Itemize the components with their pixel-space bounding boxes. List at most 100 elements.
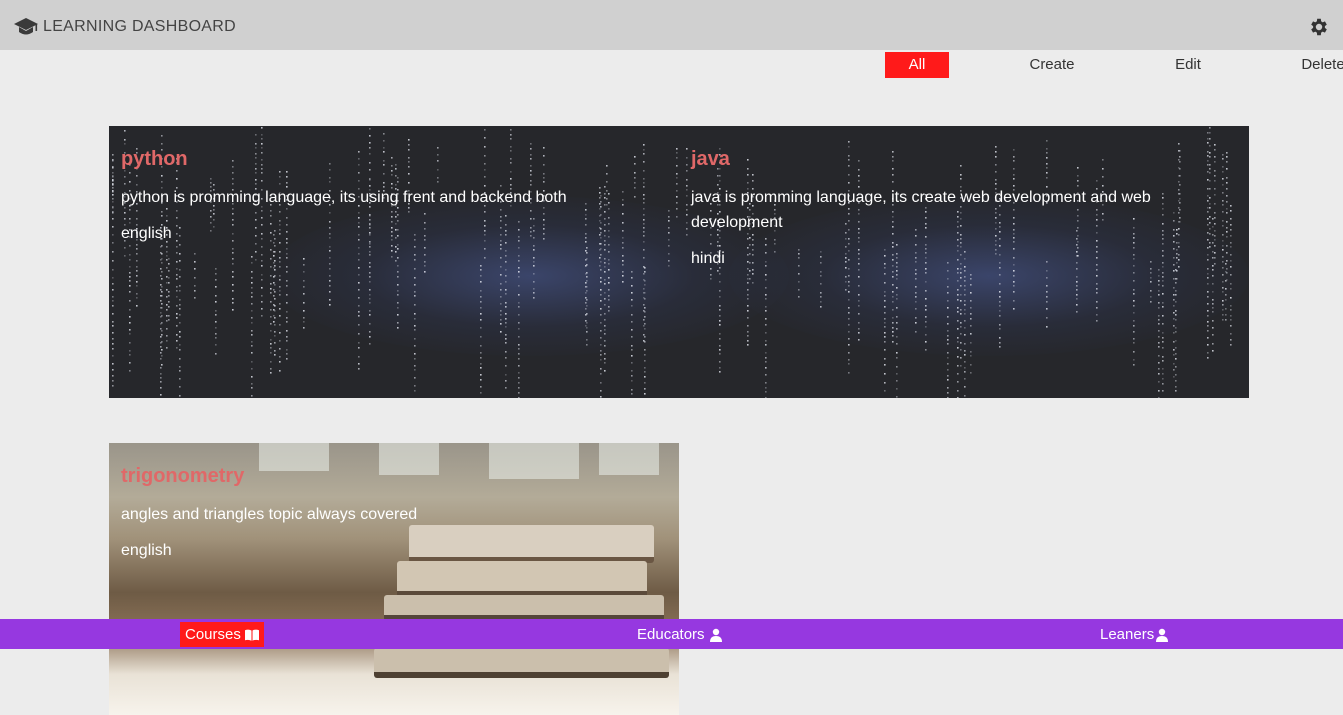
rain-dot [480, 357, 482, 359]
rain-dot [1222, 178, 1224, 180]
rain-dot [1226, 177, 1228, 179]
rain-dot [1173, 332, 1175, 334]
rain-dot [1209, 180, 1211, 182]
rain-dot [896, 322, 898, 324]
rain-dot [604, 362, 606, 364]
rain-dot [600, 337, 602, 339]
rain-dot [970, 300, 972, 302]
gear-icon[interactable] [1308, 16, 1330, 38]
rain-dot [1162, 347, 1164, 349]
nav-label: Leaners [1100, 626, 1155, 643]
rain-dot [586, 280, 588, 282]
rain-dot [644, 393, 646, 395]
rain-dot [585, 282, 587, 284]
rain-dot [960, 326, 962, 328]
rain-dot [1096, 320, 1098, 322]
rain-dot [765, 374, 767, 376]
nav-educators[interactable]: Educators [632, 622, 728, 647]
rain-dot [176, 286, 178, 288]
rain-dot [960, 300, 962, 302]
rain-dot [129, 276, 131, 278]
rain-dot [1230, 210, 1232, 212]
rain-dot [1222, 249, 1224, 251]
rain-dot [1207, 160, 1209, 162]
rain-dot [1209, 207, 1211, 209]
rain-dot [232, 302, 234, 304]
rain-dot [194, 290, 196, 292]
rain-dot [179, 308, 181, 310]
rain-dot [1212, 291, 1214, 293]
nav-learners[interactable]: Leaners [1095, 622, 1174, 647]
course-card-trigonometry[interactable]: trigonometry angles and triangles topic … [109, 443, 679, 715]
rain-dot [957, 341, 959, 343]
rain-dot [112, 296, 114, 298]
rain-dot [747, 317, 749, 319]
rain-dot [848, 344, 850, 346]
rain-dot [884, 326, 886, 328]
rain-dot [232, 298, 234, 300]
rain-dot [166, 282, 168, 284]
rain-dot [215, 273, 217, 275]
rain-dot [1133, 331, 1135, 333]
tab-create[interactable]: Create [1020, 52, 1084, 78]
rain-dot [848, 299, 850, 301]
rain-dot [232, 309, 234, 311]
rain-dot [129, 316, 131, 318]
course-card-python[interactable]: python python is promming language, its … [109, 126, 679, 265]
rain-dot [1212, 275, 1214, 277]
rain-dot [1173, 376, 1175, 378]
rain-dot [925, 321, 927, 323]
tab-edit[interactable]: Edit [1156, 52, 1220, 78]
course-card-java[interactable]: java java is promming language, its crea… [679, 126, 1179, 290]
rain-dot [179, 314, 181, 316]
rain-dot [1226, 212, 1228, 214]
rain-dot [1222, 166, 1224, 168]
rain-dot [1207, 277, 1209, 279]
rain-dot [166, 267, 168, 269]
rain-dot [1158, 346, 1160, 348]
tab-all[interactable]: All [885, 52, 949, 78]
rain-dot [960, 342, 962, 344]
brand[interactable]: LEARNING DASHBOARD [14, 16, 236, 38]
rain-dot [1158, 355, 1160, 357]
rain-dot [1133, 359, 1135, 361]
rain-dot [600, 373, 602, 375]
rain-dot [1222, 204, 1224, 206]
rain-dot [480, 379, 482, 381]
rain-dot [747, 294, 749, 296]
rain-dot [600, 314, 602, 316]
rain-dot [1226, 152, 1228, 154]
rain-dot [397, 314, 399, 316]
rain-dot [1162, 341, 1164, 343]
rain-dot [286, 266, 288, 268]
rain-dot [964, 395, 966, 397]
rain-dot [925, 349, 927, 351]
rain-dot [1175, 294, 1177, 296]
rain-dot [999, 315, 1001, 317]
rain-dot [747, 335, 749, 337]
rain-dot [1214, 188, 1216, 190]
rain-dot [303, 271, 305, 273]
rain-dot [1226, 188, 1228, 190]
rain-dot [129, 322, 131, 324]
rain-dot [644, 307, 646, 309]
rain-dot [505, 289, 507, 291]
rain-dot [279, 315, 281, 317]
tab-delete[interactable]: Delete [1291, 52, 1343, 78]
rain-dot [179, 304, 181, 306]
rain-dot [414, 268, 416, 270]
rain-dot [251, 271, 253, 273]
rain-dot [270, 352, 272, 354]
rain-dot [270, 361, 272, 363]
rain-dot [176, 347, 178, 349]
rain-dot [1158, 397, 1160, 398]
rain-dot [719, 361, 721, 363]
rain-dot [947, 379, 949, 381]
nav-courses[interactable]: Courses [180, 622, 264, 647]
rain-dot [1209, 188, 1211, 190]
rain-dot [884, 382, 886, 384]
rain-dot [915, 296, 917, 298]
rain-dot [622, 281, 624, 283]
rain-dot [1173, 369, 1175, 371]
rain-dot [505, 351, 507, 353]
